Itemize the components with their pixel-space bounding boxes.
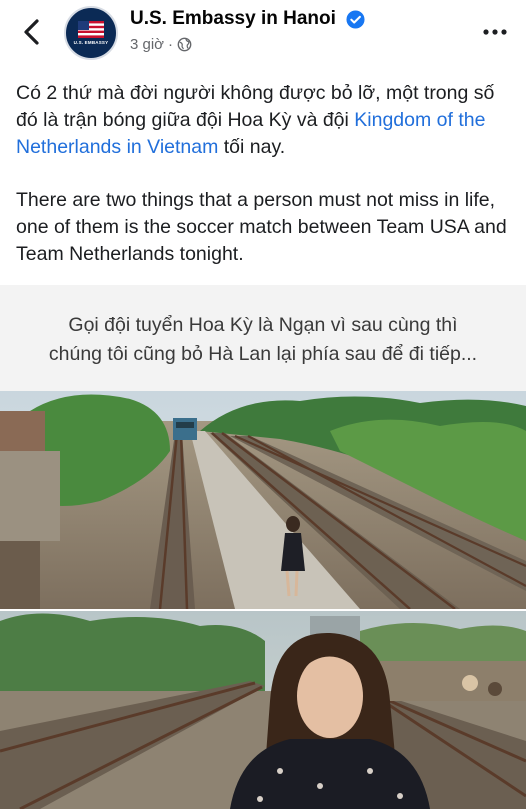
railway-photo-wide[interactable] [0, 391, 526, 609]
us-flag-icon [78, 21, 104, 38]
post-body: Có 2 thứ mà đời người không được bỏ lỡ, … [16, 80, 512, 268]
page-avatar[interactable]: U.S. EMBASSY [64, 6, 118, 60]
caption-line-1: Gọi đội tuyển Hoa Kỳ là Ngạn vì sau cùng… [68, 314, 458, 336]
more-dots-icon[interactable] [480, 20, 510, 44]
page-name-link[interactable]: U.S. Embassy in Hanoi [130, 8, 336, 30]
post-time-link[interactable]: 3 giờ [130, 36, 164, 53]
globe-icon[interactable] [177, 37, 192, 52]
post-text-vietnamese: Có 2 thứ mà đời người không được bỏ lỡ, … [16, 80, 512, 161]
vi-text-after: tối nay. [218, 136, 286, 158]
railway-photo-closeup[interactable] [0, 611, 526, 809]
verified-badge-icon [346, 10, 365, 29]
image-caption: Gọi đội tuyển Hoa Kỳ là Ngạn vì sau cùng… [30, 311, 496, 369]
avatar-label: U.S. EMBASSY [73, 40, 109, 45]
post-header: U.S. EMBASSY U.S. Embassy in Hanoi 3 giờ… [0, 0, 526, 68]
image-caption-band: Gọi đội tuyển Hoa Kỳ là Ngạn vì sau cùng… [0, 285, 526, 391]
post-text-english: There are two things that a person must … [16, 189, 507, 265]
caption-line-2: chúng tôi cũng bỏ Hà Lan lại phía sau để… [48, 343, 478, 365]
meta-separator: · [168, 36, 174, 53]
post-meta: 3 giờ · [130, 36, 192, 53]
chevron-left-icon[interactable] [18, 16, 46, 48]
